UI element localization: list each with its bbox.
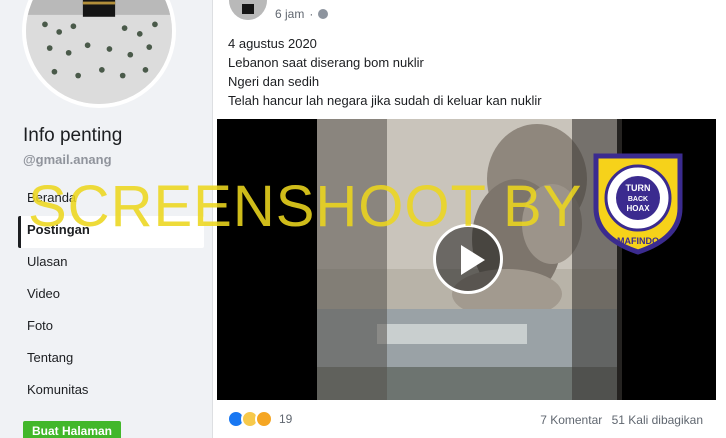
post-stats: 7 Komentar 51 Kali dibagikan [534,413,703,427]
badge-bottom-text: HOAX [626,204,650,213]
share-count-link[interactable]: 51 Kali dibagikan [612,413,703,427]
nav-item-foto[interactable]: Foto [18,312,204,344]
page-handle: @gmail.anang [23,152,112,167]
page-profile-picture[interactable] [22,0,176,108]
post-author-avatar[interactable] [229,0,267,20]
page-title[interactable]: Info penting [23,125,122,147]
nav-item-komunitas[interactable]: Komunitas [18,376,204,408]
post-line: Lebanon saat diserang bom nuklir [228,55,424,70]
nav-item-tentang[interactable]: Tentang [18,344,204,376]
care-reaction-icon [255,410,273,428]
author-avatar-image [229,0,267,20]
watermark-text: SCREENSHOOT BY [28,174,583,239]
turn-back-hoax-badge: TURN BACK HOAX MAFINDO [593,153,683,255]
comment-count-link[interactable]: 7 Komentar [540,413,602,427]
post-meta: 6 jam · [275,7,329,21]
reaction-summary[interactable]: 19 [227,410,292,428]
video-player[interactable]: TURN BACK HOAX MAFINDO [217,119,716,400]
reaction-count[interactable]: 19 [279,412,292,426]
profile-photo-kaaba [26,0,172,104]
badge-top-text: TURN [626,183,651,193]
globe-icon[interactable] [318,9,329,19]
nav-item-video[interactable]: Video [18,280,204,312]
create-page-button[interactable]: Buat Halaman [23,421,121,438]
post-text: 4 agustus 2020 Lebanon saat diserang bom… [228,34,542,110]
post-timestamp[interactable]: 6 jam [275,7,304,21]
badge-org-text: MAFINDO [617,236,659,246]
post-line: Telah hancur lah negara jika sudah di ke… [228,93,542,108]
nav-item-ulasan[interactable]: Ulasan [18,248,204,280]
badge-middle-text: BACK [628,196,648,203]
post-line: 4 agustus 2020 [228,36,317,51]
meta-separator: · [309,7,314,21]
post-line: Ngeri dan sedih [228,74,320,89]
